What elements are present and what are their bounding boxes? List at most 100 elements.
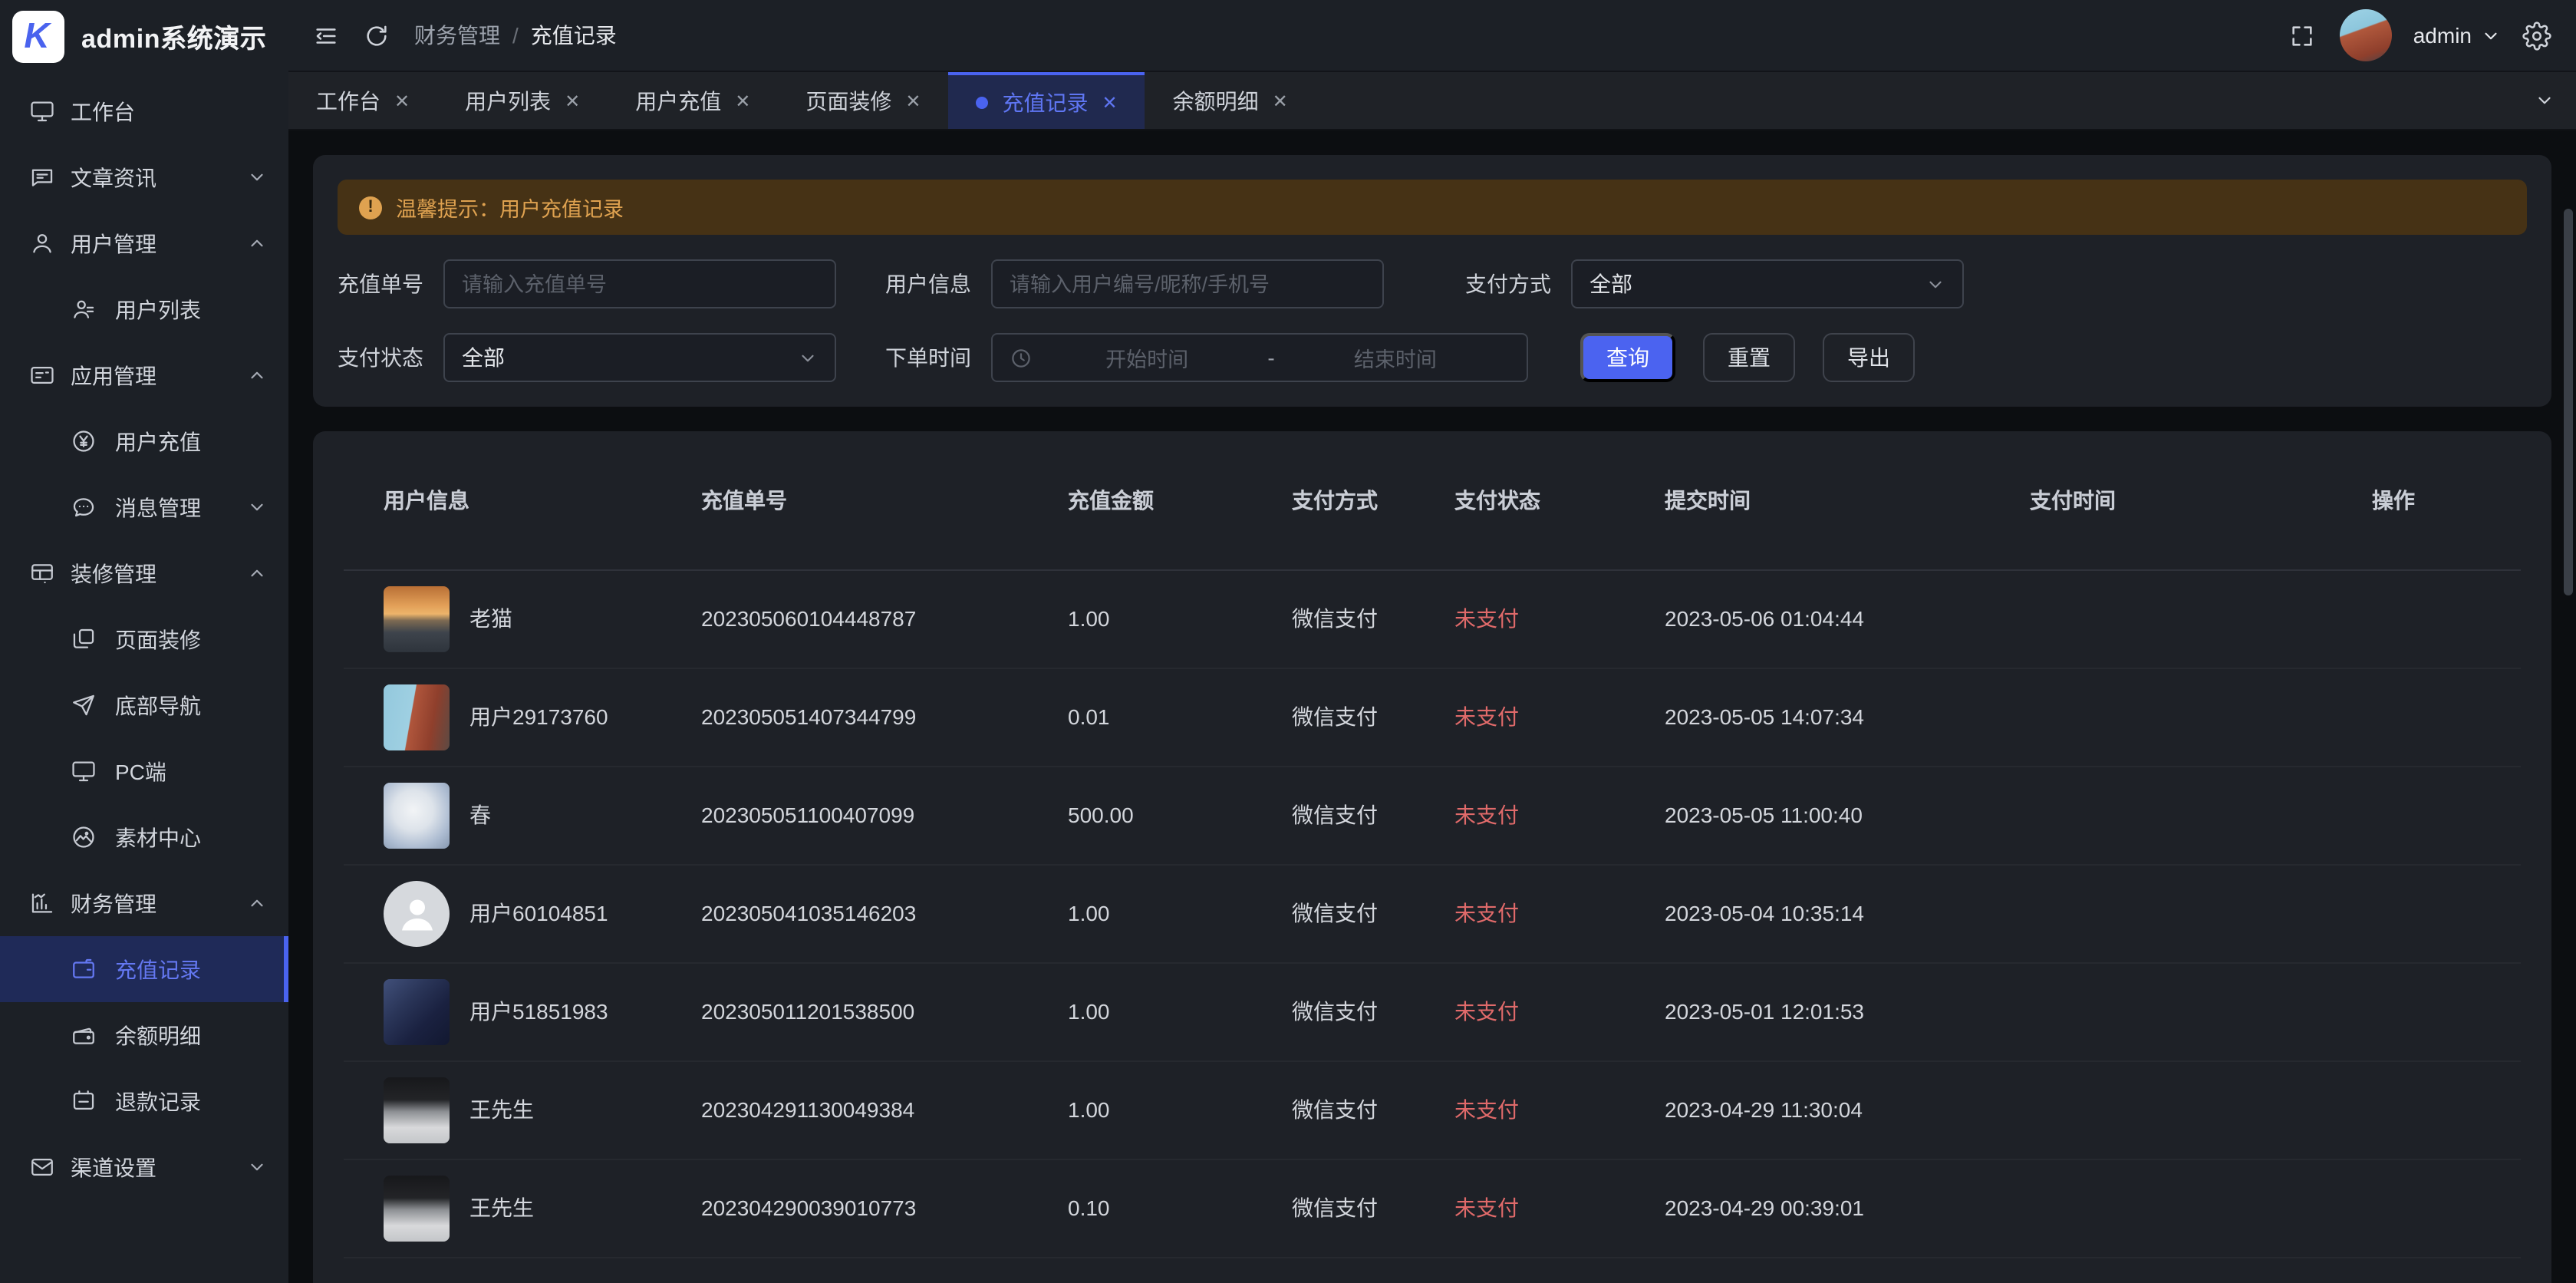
order-time-range-picker[interactable]: 开始时间 - 结束时间 xyxy=(991,333,1528,382)
avatar xyxy=(384,978,450,1044)
table-row[interactable]: 王先生 202304290039010773 0.10 微信支付 未支付 202… xyxy=(344,1159,2521,1257)
avatar xyxy=(384,585,450,651)
chevron-down-icon xyxy=(2481,25,2501,45)
page-scrollbar[interactable] xyxy=(2564,209,2573,595)
tab-balance-details[interactable]: 余额明细 ✕ xyxy=(1145,72,1316,129)
tab-page-decoration[interactable]: 页面装修 ✕ xyxy=(778,72,948,129)
avatar xyxy=(384,782,450,848)
user-info-input[interactable] xyxy=(991,259,1384,308)
order-no: 202305011201538500 xyxy=(701,962,1068,1060)
sidebar-item-refund-records[interactable]: 退款记录 xyxy=(0,1068,288,1134)
menu-fold-icon[interactable] xyxy=(313,22,339,48)
pay-method-select[interactable]: 全部 xyxy=(1571,259,1964,308)
sidebar-item-user-mgmt[interactable]: 用户管理 xyxy=(0,210,288,276)
user-nickname: 用户60104851 xyxy=(469,898,608,928)
gear-icon[interactable] xyxy=(2522,21,2551,50)
tab-user-recharge[interactable]: 用户充值 ✕ xyxy=(608,72,778,129)
tab-close-icon[interactable]: ✕ xyxy=(1102,91,1118,113)
breadcrumb-separator: / xyxy=(512,23,519,48)
table-row[interactable]: 用户29173760 202305051407344799 0.01 微信支付 … xyxy=(344,668,2521,766)
breadcrumb-parent[interactable]: 财务管理 xyxy=(414,20,500,51)
action-cell xyxy=(2372,1159,2521,1257)
user-menu[interactable]: admin xyxy=(2413,23,2501,48)
refresh-icon[interactable] xyxy=(364,22,390,48)
tab-user-list[interactable]: 用户列表 ✕ xyxy=(437,72,608,129)
reset-button[interactable]: 重置 xyxy=(1703,333,1795,382)
table-row[interactable]: 王先生 202304291130049384 1.00 微信支付 未支付 202… xyxy=(344,1060,2521,1159)
col-submit-time: 提交时间 xyxy=(1665,431,2030,569)
status-badge: 未支付 xyxy=(1454,864,1665,962)
tab-workbench[interactable]: 工作台 ✕ xyxy=(288,72,437,129)
pay-status-select[interactable]: 全部 xyxy=(443,333,836,382)
recharge-no-input[interactable] xyxy=(443,259,836,308)
sidebar-item-articles[interactable]: 文章资讯 xyxy=(0,144,288,210)
pay-method: 微信支付 xyxy=(1292,1060,1454,1159)
table-row[interactable] xyxy=(344,1257,2521,1278)
chevron-down-icon xyxy=(247,1157,267,1177)
pay-time xyxy=(2030,569,2372,668)
user-nickname: 用户51851983 xyxy=(469,996,608,1027)
layout-icon xyxy=(29,560,55,586)
amount: 0.01 xyxy=(1068,668,1292,766)
submit-time: 2023-05-01 12:01:53 xyxy=(1665,962,2030,1060)
amount: 1.00 xyxy=(1068,569,1292,668)
sidebar-item-user-recharge[interactable]: 用户充值 xyxy=(0,408,288,474)
sidebar-item-app-mgmt[interactable]: 应用管理 xyxy=(0,342,288,408)
app-root: K admin系统演示 工作台 文章资讯 用户管理 用户列表 xyxy=(0,0,2576,1283)
pay-time xyxy=(2030,668,2372,766)
pay-method: 微信支付 xyxy=(1292,569,1454,668)
sidebar-item-message-mgmt[interactable]: 消息管理 xyxy=(0,474,288,540)
chevron-down-icon xyxy=(247,167,267,187)
sidebar-item-pc[interactable]: PC端 xyxy=(0,738,288,804)
pay-time xyxy=(2030,864,2372,962)
sidebar-item-bottom-nav[interactable]: 底部导航 xyxy=(0,672,288,738)
search-button[interactable]: 查询 xyxy=(1580,333,1675,382)
submit-time: 2023-05-04 10:35:14 xyxy=(1665,864,2030,962)
pay-time xyxy=(2030,766,2372,864)
action-cell xyxy=(2372,569,2521,668)
sidebar-item-workbench[interactable]: 工作台 xyxy=(0,78,288,144)
sidebar: K admin系统演示 工作台 文章资讯 用户管理 用户列表 xyxy=(0,0,288,1283)
pay-method-label: 支付方式 xyxy=(1465,269,1551,299)
tab-close-icon[interactable]: ✕ xyxy=(394,90,410,111)
tab-recharge-records[interactable]: 充值记录 ✕ xyxy=(949,72,1145,129)
tab-close-icon[interactable]: ✕ xyxy=(565,90,580,111)
clock-icon xyxy=(1010,346,1033,369)
filter-card: ! 温馨提示：用户充值记录 充值单号 用户信息 支付方式 全部 xyxy=(313,155,2551,407)
sidebar-item-decoration-mgmt[interactable]: 装修管理 xyxy=(0,540,288,606)
table-row[interactable]: 老猫 202305060104448787 1.00 微信支付 未支付 2023… xyxy=(344,569,2521,668)
sidebar-item-recharge-records[interactable]: 充值记录 xyxy=(0,936,288,1002)
pay-time xyxy=(2030,1159,2372,1257)
table-card: 用户信息 充值单号 充值金额 支付方式 支付状态 提交时间 支付时间 操作 老猫 xyxy=(313,431,2551,1283)
sidebar-item-balance-details[interactable]: 余额明细 xyxy=(0,1002,288,1068)
tab-close-icon[interactable]: ✕ xyxy=(735,90,750,111)
amount: 1.00 xyxy=(1068,962,1292,1060)
envelope-icon xyxy=(29,1154,55,1180)
pay-time xyxy=(2030,962,2372,1060)
chevron-down-icon xyxy=(247,497,267,517)
export-button[interactable]: 导出 xyxy=(1823,333,1915,382)
wallet-icon xyxy=(71,956,97,982)
user-nickname: 用户29173760 xyxy=(469,701,608,732)
sidebar-item-page-decoration[interactable]: 页面装修 xyxy=(0,606,288,672)
sidebar-item-user-list[interactable]: 用户列表 xyxy=(0,276,288,342)
table-row[interactable]: 用户51851983 202305011201538500 1.00 微信支付 … xyxy=(344,962,2521,1060)
app-title: admin系统演示 xyxy=(81,17,267,55)
sidebar-item-finance-mgmt[interactable]: 财务管理 xyxy=(0,870,288,936)
avatar xyxy=(384,880,450,946)
sidebar-item-channel-settings[interactable]: 渠道设置 xyxy=(0,1134,288,1200)
tab-close-icon[interactable]: ✕ xyxy=(905,90,921,111)
sidebar-item-material-center[interactable]: 素材中心 xyxy=(0,804,288,870)
tabs-more-chevron-icon[interactable] xyxy=(2512,72,2576,129)
tab-close-icon[interactable]: ✕ xyxy=(1273,90,1288,111)
user-avatar[interactable] xyxy=(2340,9,2392,61)
monitor-icon xyxy=(71,758,97,784)
end-time-placeholder[interactable]: 结束时间 xyxy=(1281,342,1510,373)
action-cell xyxy=(2372,864,2521,962)
fullscreen-icon[interactable] xyxy=(2289,22,2315,48)
start-time-placeholder[interactable]: 开始时间 xyxy=(1033,342,1261,373)
user-icon xyxy=(29,230,55,256)
table-row[interactable]: 用户60104851 202305041035146203 1.00 微信支付 … xyxy=(344,864,2521,962)
table-row[interactable]: 春 202305051100407099 500.00 微信支付 未支付 202… xyxy=(344,766,2521,864)
action-cell xyxy=(2372,668,2521,766)
